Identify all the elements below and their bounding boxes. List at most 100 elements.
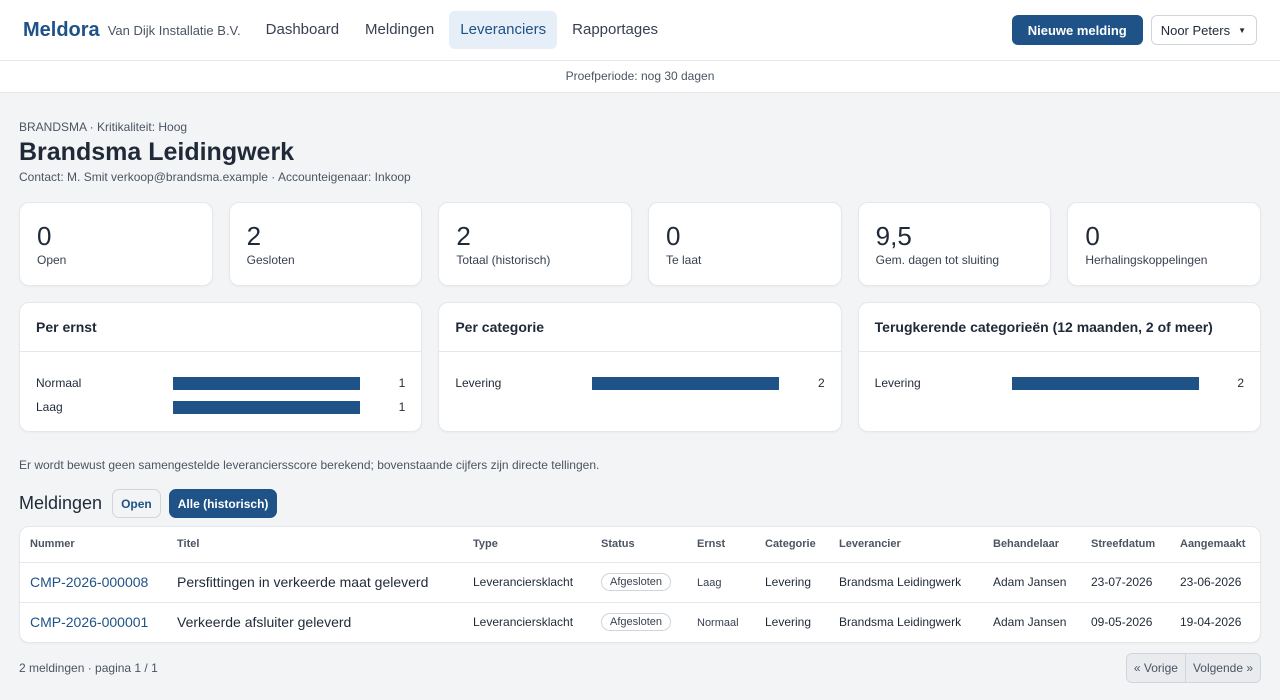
bar-label: Laag [36, 400, 63, 414]
reports-header: Meldingen Open Alle (historisch) [19, 489, 1261, 518]
cell-handler: Adam Jansen [993, 615, 1067, 630]
user-menu-button[interactable]: Noor Peters ▼ [1150, 15, 1257, 45]
nav-rapportages[interactable]: Rapportages [561, 11, 669, 49]
bar-count: 1 [398, 400, 406, 414]
bar-row: Laag 1 [36, 395, 405, 419]
filter-all-button[interactable]: Alle (historisch) [168, 489, 278, 518]
bar-track [592, 376, 780, 390]
stat-value: 9,5 [875, 221, 912, 251]
status-badge: Afgesloten [601, 613, 671, 632]
cell-title: Persfittingen in verkeerde maat geleverd [167, 562, 463, 603]
caret-down-icon: ▼ [1238, 25, 1246, 35]
stat-label: Herhalingskoppelingen [1085, 253, 1208, 267]
column-header[interactable]: Aangemaakt [1170, 527, 1260, 563]
panel-body: Normaal 1 Laag 1 [20, 352, 421, 419]
column-header[interactable]: Behandelaar [983, 527, 1081, 563]
panel-recurring-categories: Terugkerende categorieën (12 maanden, 2 … [857, 302, 1261, 432]
bar-label: Levering [874, 376, 921, 390]
cell-created: 23-06-2026 [1170, 562, 1260, 603]
score-note: Er wordt bewust geen samengestelde lever… [19, 458, 600, 472]
bar-row: Levering 2 [455, 371, 824, 395]
stat-value: 2 [246, 221, 262, 251]
table-footer: 2 meldingen · pagina 1 / 1 « Vorige Volg… [19, 653, 1261, 683]
panel-per-severity: Per ernst Normaal 1 Laag 1 [19, 302, 423, 432]
column-header[interactable]: Nummer [20, 527, 167, 563]
stat-card-closed: 2 Gesloten [228, 202, 423, 286]
cell-handler: Adam Jansen [983, 562, 1081, 603]
bar-fill [173, 376, 360, 390]
filter-open-button[interactable]: Open [112, 489, 161, 518]
cell-number: CMP-2026-000008 [20, 562, 167, 603]
brand-logo[interactable]: Meldora [23, 19, 100, 42]
cell-supplier: Brandsma Leidingwerk [839, 615, 962, 630]
cell-severity: Normaal [687, 602, 755, 642]
cell-type: Leveranciersklacht [463, 562, 591, 603]
cell-status: Afgesloten [591, 602, 687, 642]
stat-card-avg-days: 9,5 Gem. dagen tot sluiting [857, 202, 1052, 286]
column-header[interactable]: Streefdatum [1081, 527, 1170, 563]
bar-count: 2 [1237, 376, 1244, 390]
main-nav: Dashboard Meldingen Leveranciers Rapport… [255, 11, 669, 49]
bar-track [1011, 376, 1199, 390]
cell-supplier: Brandsma Leidingwerk [829, 562, 983, 603]
top-navbar: Meldora Van Dijk Installatie B.V. Dashbo… [0, 0, 1280, 61]
main-content: BRANDSMA · Kritikaliteit: Hoog Brandsma … [0, 120, 1280, 683]
stat-label: Open [37, 253, 67, 267]
severity-label: Laag [697, 577, 722, 589]
cell-due-date: 23-07-2026 [1081, 562, 1170, 603]
bar-fill [173, 400, 360, 414]
cell-type: Leveranciersklacht [473, 615, 574, 630]
bar-fill [1011, 376, 1199, 390]
stat-label: Te laat [666, 253, 702, 267]
supplier-eyebrow: BRANDSMA · Kritikaliteit: Hoog [19, 120, 188, 134]
cell-category: Levering [755, 562, 829, 603]
table-row[interactable]: CMP-2026-000008 Persfittingen in verkeer… [20, 562, 1260, 603]
cell-number: CMP-2026-000001 [20, 602, 167, 642]
company-name: Van Dijk Installatie B.V. [107, 22, 241, 38]
panel-body: Levering 2 [859, 352, 1260, 395]
pagination-summary: 2 meldingen · pagina 1 / 1 [19, 661, 158, 675]
panel-title: Per ernst [20, 303, 422, 352]
stat-card-open: 0 Open [19, 202, 213, 286]
nav-meldingen[interactable]: Meldingen [354, 11, 445, 49]
new-report-button[interactable]: Nieuwe melding [1011, 15, 1143, 45]
stat-value: 2 [456, 221, 471, 251]
cell-title: Verkeerde afsluiter geleverd [177, 614, 352, 631]
stat-value: 0 [37, 221, 52, 251]
nav-dashboard[interactable]: Dashboard [255, 11, 350, 49]
column-header[interactable]: Categorie [755, 527, 829, 563]
cell-due-date: 09-05-2026 [1091, 615, 1153, 630]
report-link[interactable]: CMP-2026-000001 [30, 614, 148, 630]
table-row[interactable]: CMP-2026-000001 Verkeerde afsluiter gele… [20, 602, 1260, 642]
column-header[interactable]: Titel [167, 527, 463, 563]
nav-leveranciers[interactable]: Leveranciers [449, 11, 558, 49]
stat-card-total: 2 Totaal (historisch) [438, 202, 632, 286]
top-actions: Nieuwe melding Noor Peters ▼ [1011, 15, 1257, 45]
bar-count: 2 [817, 376, 825, 390]
stat-value: 0 [1085, 221, 1100, 251]
column-header[interactable]: Status [591, 527, 687, 563]
reports-table: Nummer Titel Type Status Ernst Categorie… [20, 527, 1260, 642]
bar-fill [592, 376, 780, 390]
stat-card-late: 0 Te laat [648, 202, 842, 286]
panel-per-category: Per categorie Levering 2 [438, 302, 842, 432]
stat-cards: 0 Open 2 Gesloten 2 Totaal (historisch) … [19, 202, 1261, 286]
pagination: « Vorige Volgende » [1125, 653, 1261, 683]
user-name: Noor Peters [1160, 22, 1231, 38]
column-header[interactable]: Type [463, 527, 591, 563]
stat-card-repeat-links: 0 Herhalingskoppelingen [1067, 202, 1261, 286]
column-header[interactable]: Ernst [687, 527, 755, 563]
cell-created: 19-04-2026 [1180, 615, 1242, 630]
prev-page-button[interactable]: « Vorige [1126, 654, 1185, 682]
reports-table-card: Nummer Titel Type Status Ernst Categorie… [19, 526, 1261, 643]
stat-label: Totaal (historisch) [456, 253, 551, 267]
panel-body: Levering 2 [439, 352, 840, 395]
next-page-button[interactable]: Volgende » [1184, 654, 1260, 682]
bar-count: 1 [398, 376, 406, 390]
column-header[interactable]: Leverancier [829, 527, 983, 563]
reports-title: Meldingen [19, 493, 103, 513]
bar-track [173, 376, 360, 390]
cell-severity: Laag [687, 562, 755, 603]
bar-row: Normaal 1 [36, 371, 405, 395]
report-link[interactable]: CMP-2026-000008 [30, 574, 148, 590]
